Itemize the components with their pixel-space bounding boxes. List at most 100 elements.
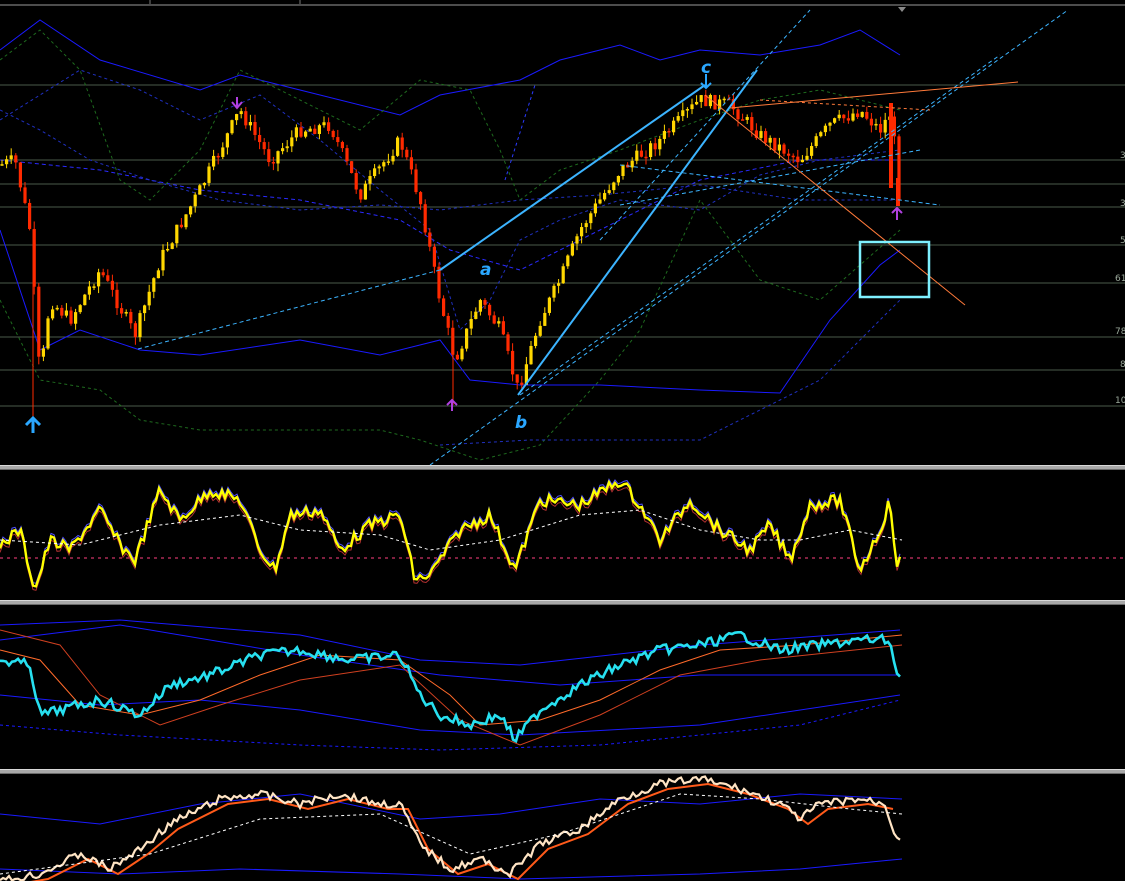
main-price-chart[interactable]: 3 3 5 61 78 8 10 a b c xyxy=(0,0,1125,466)
main-price-panel[interactable]: 3 3 5 61 78 8 10 a b c xyxy=(0,0,1125,466)
macd-neg-bar xyxy=(481,852,486,856)
macd-neg-bar xyxy=(352,852,357,866)
macd-pos-bar xyxy=(649,811,653,852)
macd-neg-bar xyxy=(727,852,731,875)
macd-neg-bar xyxy=(503,852,507,874)
candle-body xyxy=(469,318,473,329)
candle-body xyxy=(253,122,257,135)
candle-body xyxy=(515,374,519,383)
fib-label: 10 xyxy=(1115,396,1125,406)
candle-body xyxy=(87,286,91,295)
macd-neg-bar xyxy=(890,852,894,876)
macd-pos-bar xyxy=(0,846,4,852)
candle-body xyxy=(520,382,524,385)
candle-body xyxy=(851,113,855,121)
candle-body xyxy=(667,130,671,133)
candle-body xyxy=(653,143,657,150)
macd-neg-bar xyxy=(782,852,787,869)
candle-body xyxy=(497,321,501,324)
macd-neg-bar xyxy=(757,852,761,872)
arrow-up-icon[interactable] xyxy=(24,415,42,433)
oscillator-chart[interactable] xyxy=(0,470,1125,601)
macd-neg-bar xyxy=(314,852,318,865)
candle-body xyxy=(478,300,482,312)
macd-neg-bar xyxy=(395,852,400,870)
target-zone-box[interactable] xyxy=(858,240,931,299)
candle-body xyxy=(860,111,864,117)
candle-body xyxy=(202,182,206,186)
macd-pos-bar xyxy=(120,849,125,852)
candle-body xyxy=(561,266,565,284)
macd-pos-bar xyxy=(39,834,43,852)
macd-pos-bar xyxy=(679,801,684,852)
macd-pos-bar xyxy=(537,802,542,852)
macd-pos-bar xyxy=(641,801,645,852)
fibonacci-levels[interactable] xyxy=(0,84,1125,407)
fib-label: 78 xyxy=(1115,327,1125,337)
candle-body xyxy=(589,213,593,224)
candle-body xyxy=(0,164,4,166)
candle-body xyxy=(442,298,446,316)
macd-neg-bar xyxy=(193,852,198,855)
trend-lines[interactable] xyxy=(137,9,1069,466)
macd-neg-bar xyxy=(327,852,331,863)
candle-body xyxy=(658,138,662,150)
envelope xyxy=(0,69,901,331)
candle-body xyxy=(156,270,160,279)
candle-body xyxy=(621,164,625,176)
macd-chart[interactable] xyxy=(0,774,1125,881)
candle-body xyxy=(41,348,45,357)
macd-pos-bar xyxy=(236,825,241,852)
macd-pos-bar xyxy=(490,850,494,852)
macd-pos-bar xyxy=(524,807,529,852)
candle-body xyxy=(377,166,381,169)
envelope xyxy=(439,299,901,446)
fractal-up-arrow-icon[interactable] xyxy=(891,206,903,220)
scroll-marker-icon[interactable] xyxy=(898,7,906,12)
candle-body xyxy=(262,142,266,150)
candle-body xyxy=(14,155,18,163)
candle-body xyxy=(474,311,478,319)
macd-pos-bar xyxy=(550,804,555,852)
macd-neg-bar xyxy=(456,852,460,862)
macd-pos-bar xyxy=(47,818,51,852)
wave-label-a: a xyxy=(480,260,491,280)
macd-neg-bar xyxy=(30,852,34,862)
macd-neg-bar xyxy=(26,852,30,865)
oscillator-panel[interactable] xyxy=(0,470,1125,601)
fib-label: 8 xyxy=(1120,360,1125,370)
macd-neg-bar xyxy=(417,852,421,874)
macd-pos-bar xyxy=(211,847,215,852)
candle-body xyxy=(791,155,795,158)
candle-body xyxy=(630,160,634,168)
macd-neg-bar xyxy=(331,852,335,871)
candle-body xyxy=(819,132,823,137)
momentum-chart[interactable] xyxy=(0,605,1125,770)
macd-pos-bar xyxy=(800,830,804,852)
macd-panel[interactable] xyxy=(0,774,1125,881)
macd-pos-bar xyxy=(658,830,662,852)
macd-neg-bar xyxy=(400,852,404,876)
macd-neg-bar xyxy=(305,852,309,862)
macd-pos-bar xyxy=(834,825,838,852)
fib-label: 5 xyxy=(1120,236,1125,246)
macd-pos-bar xyxy=(825,827,830,852)
macd-neg-bar xyxy=(731,852,735,881)
candle-body xyxy=(690,104,694,110)
candle-body xyxy=(350,161,354,174)
candle-body xyxy=(810,146,814,156)
macd-neg-bar xyxy=(744,852,748,881)
macd-neg-bar xyxy=(774,852,778,873)
momentum-panel[interactable] xyxy=(0,605,1125,770)
candle-body xyxy=(681,110,685,117)
fib-label: 3 xyxy=(1120,151,1125,161)
macd-pos-bar xyxy=(125,838,129,852)
macd-pos-bar xyxy=(34,847,39,852)
bollinger-bands xyxy=(0,19,901,461)
candle-body xyxy=(368,176,372,184)
candle-body xyxy=(382,162,386,167)
macd-neg-bar xyxy=(770,852,774,868)
candle-body xyxy=(414,169,418,193)
macd-neg-bar xyxy=(718,852,722,881)
middle-band xyxy=(0,159,900,271)
